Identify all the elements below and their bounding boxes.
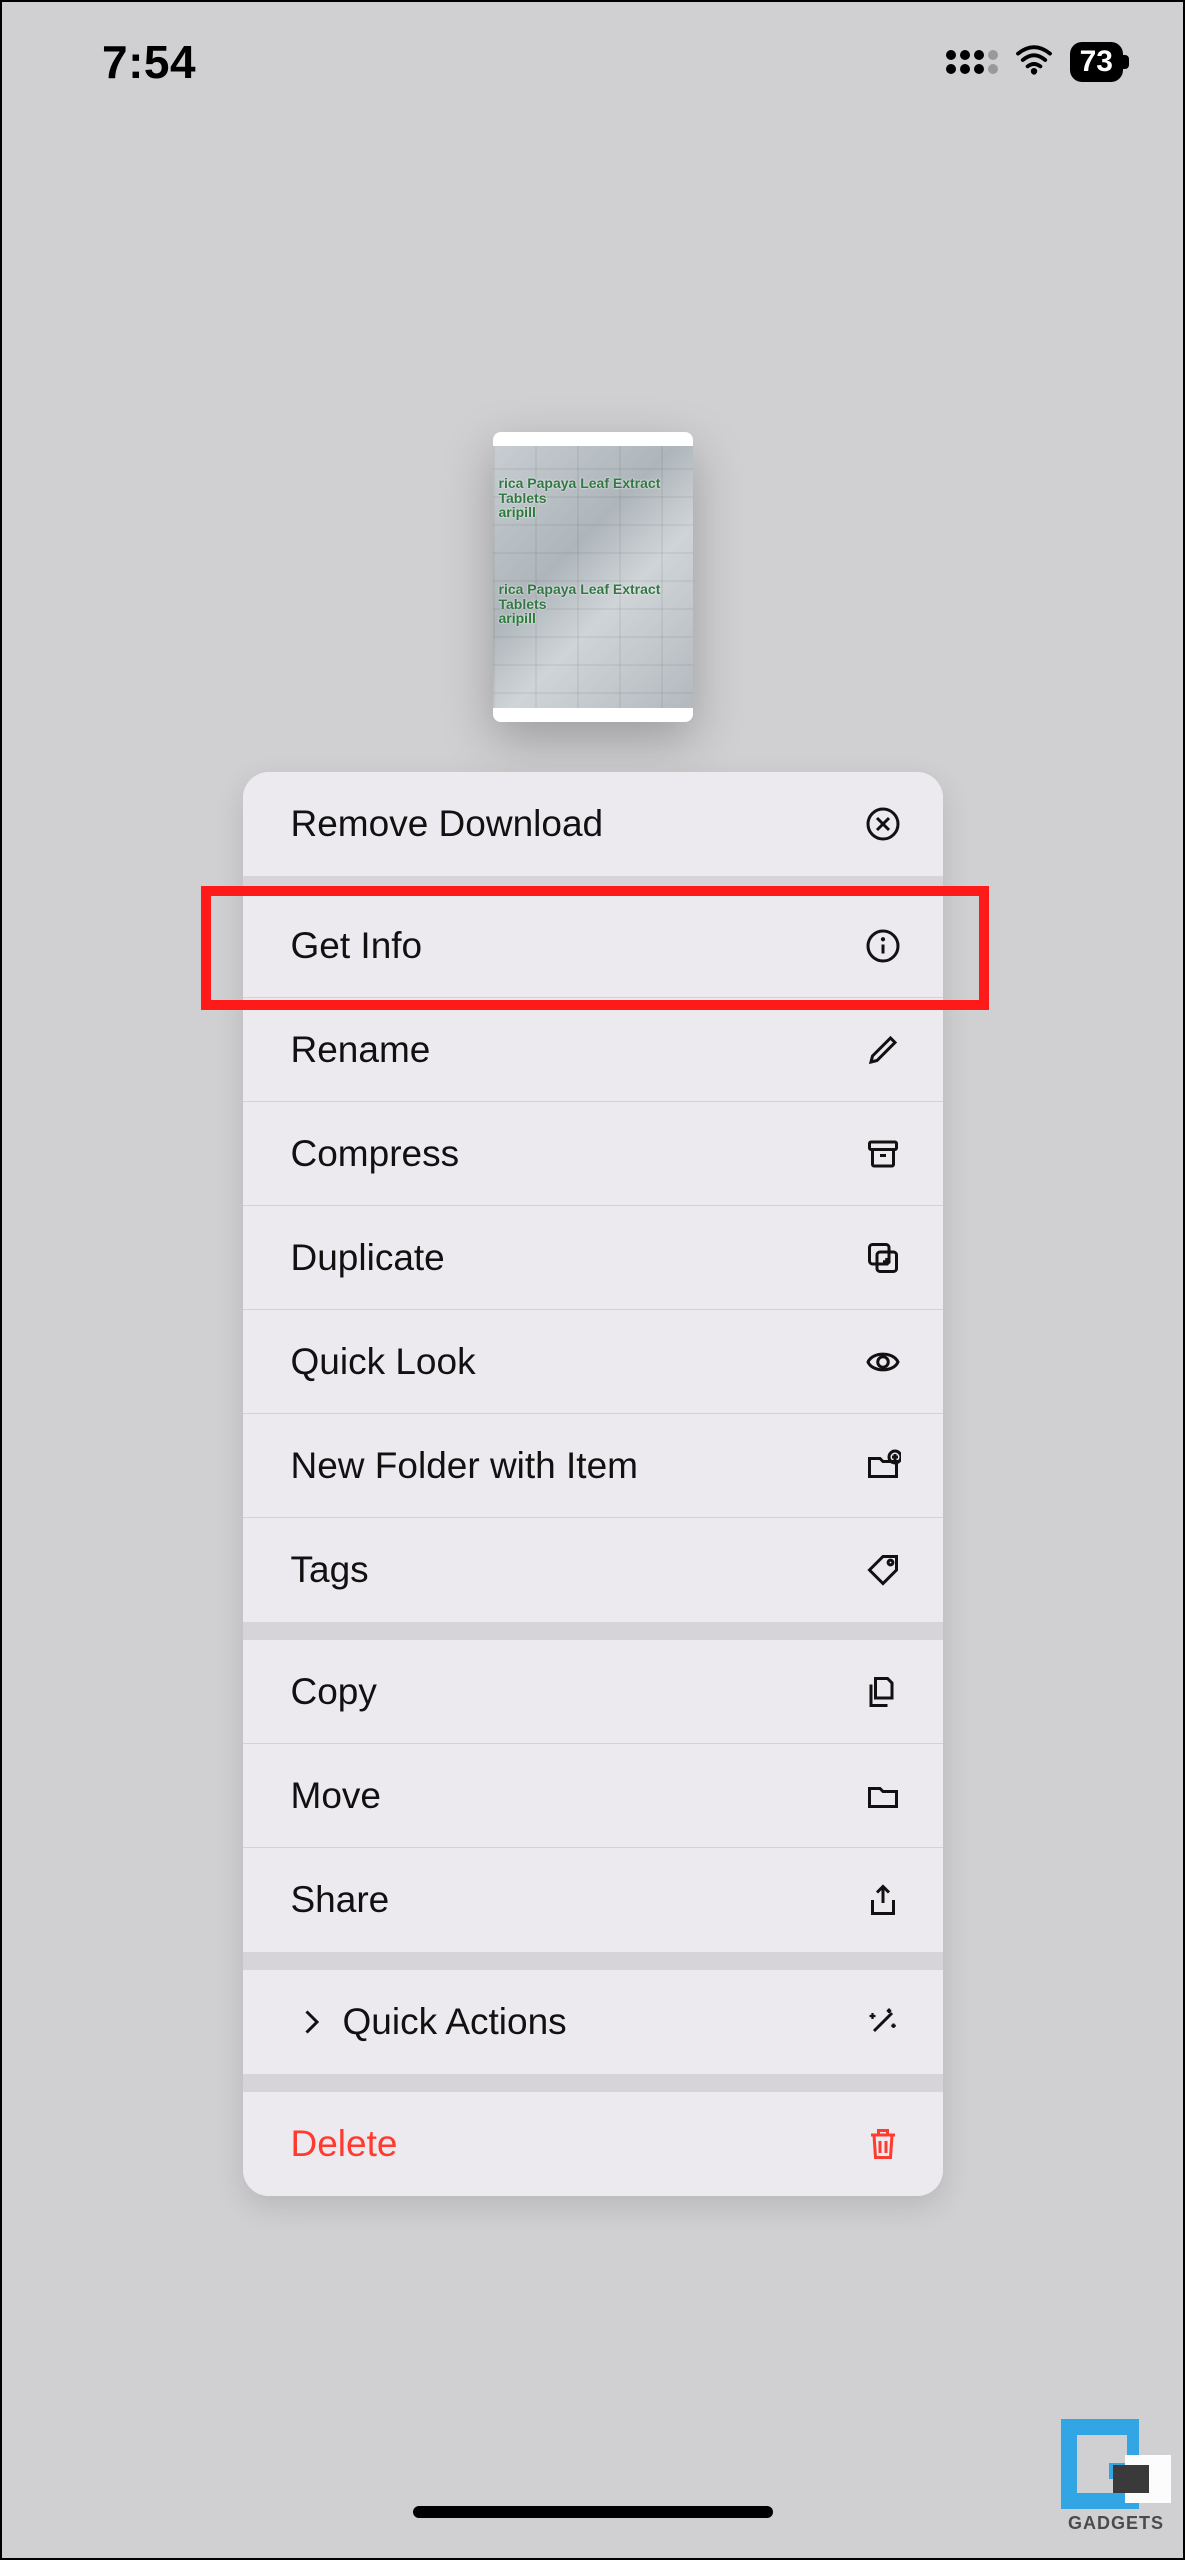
home-indicator[interactable] — [413, 2506, 773, 2518]
folder-icon — [863, 1778, 903, 1814]
remove-download-icon — [863, 806, 903, 842]
menu-item-copy[interactable]: Copy — [243, 1640, 943, 1744]
info-icon — [863, 928, 903, 964]
wand-icon — [863, 2004, 903, 2040]
menu-label: New Folder with Item — [291, 1445, 863, 1487]
status-time: 7:54 — [102, 35, 196, 89]
status-indicators: 73 — [946, 42, 1123, 82]
watermark-text: GADGETS — [1068, 2513, 1164, 2534]
thumb-text-line: rica Papaya Leaf Extract Tablets — [499, 581, 661, 612]
menu-separator — [243, 2074, 943, 2092]
watermark: GADGETS — [1061, 2419, 1171, 2534]
thumb-brand: aripill — [499, 610, 536, 626]
eye-icon — [863, 1344, 903, 1380]
menu-label: Duplicate — [291, 1237, 863, 1279]
share-icon — [863, 1882, 903, 1918]
pencil-icon — [863, 1032, 903, 1068]
watermark-logo-icon — [1061, 2419, 1171, 2509]
menu-label: Rename — [291, 1029, 863, 1071]
menu-item-move[interactable]: Move — [243, 1744, 943, 1848]
new-folder-icon — [863, 1448, 903, 1484]
menu-separator — [243, 1952, 943, 1970]
tag-icon — [863, 1552, 903, 1588]
menu-item-delete[interactable]: Delete — [243, 2092, 943, 2196]
thumb-text-line: rica Papaya Leaf Extract Tablets — [499, 475, 661, 506]
menu-item-rename[interactable]: Rename — [243, 998, 943, 1102]
menu-label: Remove Download — [291, 803, 863, 845]
menu-item-tags[interactable]: Tags — [243, 1518, 943, 1622]
menu-label: Copy — [291, 1671, 863, 1713]
menu-item-compress[interactable]: Compress — [243, 1102, 943, 1206]
menu-label: Quick Actions — [343, 2001, 863, 2043]
menu-label: Share — [291, 1879, 863, 1921]
menu-label: Get Info — [291, 925, 863, 967]
menu-item-get-info[interactable]: Get Info — [243, 894, 943, 998]
status-bar: 7:54 73 — [2, 2, 1183, 122]
trash-icon — [863, 2126, 903, 2162]
menu-separator — [243, 1622, 943, 1640]
copy-icon — [863, 1674, 903, 1710]
thumb-brand: aripill — [499, 504, 536, 520]
thumbnail-image: rica Papaya Leaf Extract Tablets aripill… — [493, 432, 693, 722]
wifi-icon — [1014, 44, 1054, 81]
menu-label: Move — [291, 1775, 863, 1817]
duplicate-icon — [863, 1240, 903, 1276]
menu-label: Tags — [291, 1549, 863, 1591]
menu-item-quick-look[interactable]: Quick Look — [243, 1310, 943, 1414]
menu-item-new-folder[interactable]: New Folder with Item — [243, 1414, 943, 1518]
chevron-right-icon — [291, 2004, 331, 2040]
menu-label: Delete — [291, 2123, 863, 2165]
file-thumbnail[interactable]: rica Papaya Leaf Extract Tablets aripill… — [493, 432, 693, 722]
context-menu: Remove Download Get Info Rename Compress… — [243, 772, 943, 2196]
menu-item-duplicate[interactable]: Duplicate — [243, 1206, 943, 1310]
cellular-signal-icon — [946, 50, 998, 74]
menu-label: Quick Look — [291, 1341, 863, 1383]
menu-item-quick-actions[interactable]: Quick Actions — [243, 1970, 943, 2074]
menu-item-remove-download[interactable]: Remove Download — [243, 772, 943, 876]
menu-label: Compress — [291, 1133, 863, 1175]
battery-indicator: 73 — [1070, 42, 1123, 82]
archive-icon — [863, 1136, 903, 1172]
menu-item-share[interactable]: Share — [243, 1848, 943, 1952]
menu-separator — [243, 876, 943, 894]
